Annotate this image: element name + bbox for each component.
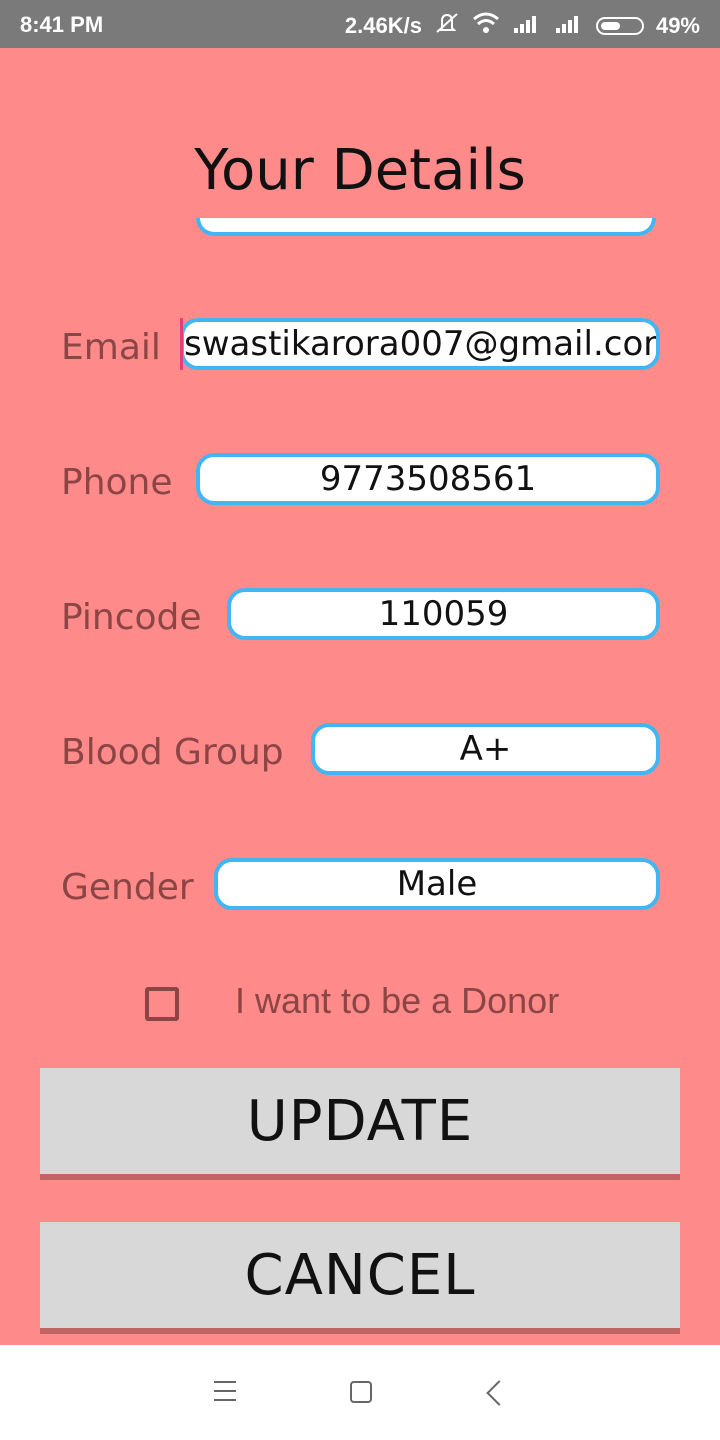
phone-field[interactable]: 9773508561 bbox=[196, 453, 660, 505]
signal-icon-2 bbox=[554, 12, 584, 39]
battery-fill bbox=[600, 21, 620, 30]
gender-label: Gender bbox=[61, 867, 194, 908]
battery-icon bbox=[595, 16, 644, 35]
home-icon[interactable] bbox=[350, 1381, 372, 1403]
gender-value: Male bbox=[396, 864, 478, 904]
pincode-field[interactable]: 110059 bbox=[227, 588, 660, 640]
cancel-button[interactable]: CANCEL bbox=[40, 1222, 680, 1334]
email-label: Email bbox=[61, 327, 161, 368]
blood-group-value: A+ bbox=[459, 729, 512, 769]
blood-group-label: Blood Group bbox=[61, 732, 284, 773]
status-time: 8:41 PM bbox=[20, 12, 104, 37]
network-speed: 2.46K/s bbox=[344, 12, 422, 38]
back-icon[interactable] bbox=[486, 1380, 512, 1406]
battery-percent: 49% bbox=[655, 12, 700, 38]
page-title: Your Details bbox=[194, 138, 526, 203]
donor-checkbox-label[interactable]: I want to be a Donor bbox=[235, 980, 559, 1022]
mute-icon bbox=[434, 12, 460, 39]
phone-value: 9773508561 bbox=[319, 459, 537, 499]
pincode-value: 110059 bbox=[378, 594, 509, 634]
email-field[interactable]: swastikarora007@gmail.com bbox=[180, 318, 660, 370]
status-bar: 8:41 PM 2.46K/s 49% bbox=[0, 0, 720, 48]
donor-checkbox[interactable] bbox=[145, 987, 179, 1021]
wifi-icon bbox=[472, 12, 500, 39]
email-value: swastikarora007@gmail.com bbox=[184, 324, 660, 364]
signal-icon bbox=[512, 12, 542, 39]
menu-icon[interactable] bbox=[214, 1381, 236, 1408]
update-button[interactable]: UPDATE bbox=[40, 1068, 680, 1180]
status-icons: 2.46K/s 49% bbox=[345, 12, 700, 39]
gender-field[interactable]: Male bbox=[214, 858, 660, 910]
text-cursor bbox=[180, 318, 183, 370]
phone-label: Phone bbox=[61, 462, 173, 503]
blood-group-field[interactable]: A+ bbox=[311, 723, 660, 775]
pincode-label: Pincode bbox=[61, 597, 202, 638]
navigation-bar bbox=[0, 1345, 720, 1440]
name-field-partial[interactable] bbox=[196, 218, 656, 236]
